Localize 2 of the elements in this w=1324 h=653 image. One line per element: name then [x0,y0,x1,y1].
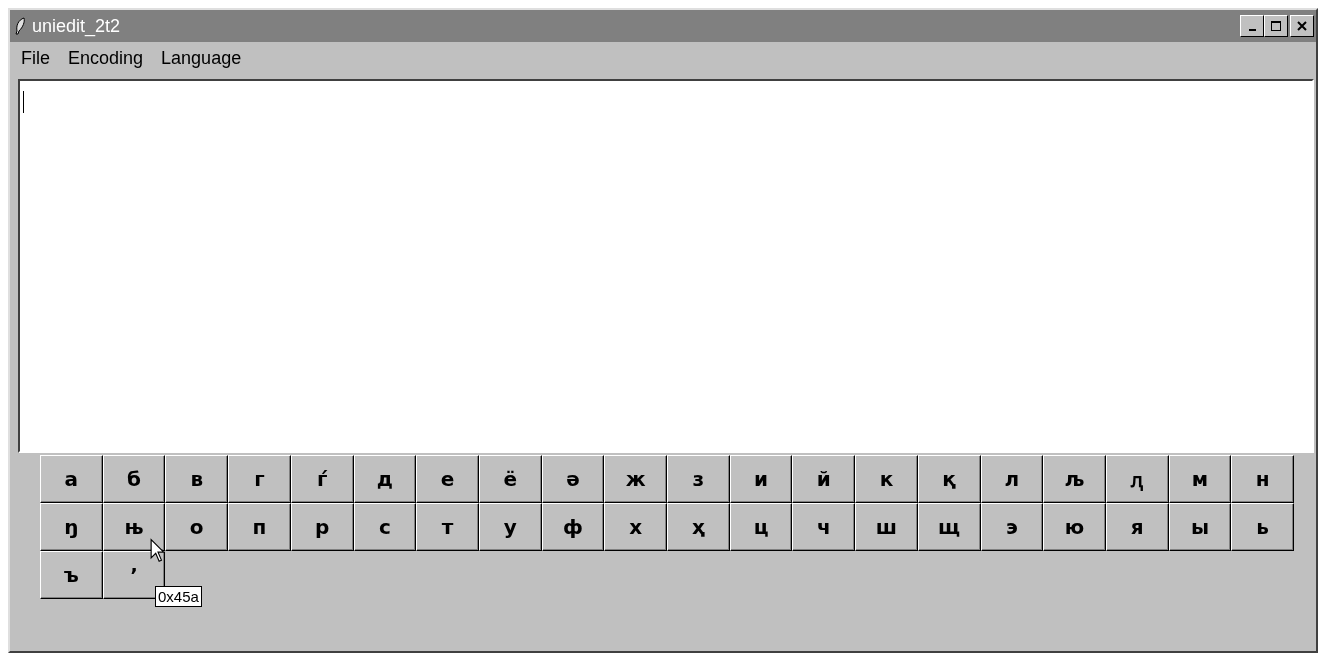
tooltip: 0x45a [155,586,202,607]
window-title: uniedit_2t2 [32,15,122,37]
